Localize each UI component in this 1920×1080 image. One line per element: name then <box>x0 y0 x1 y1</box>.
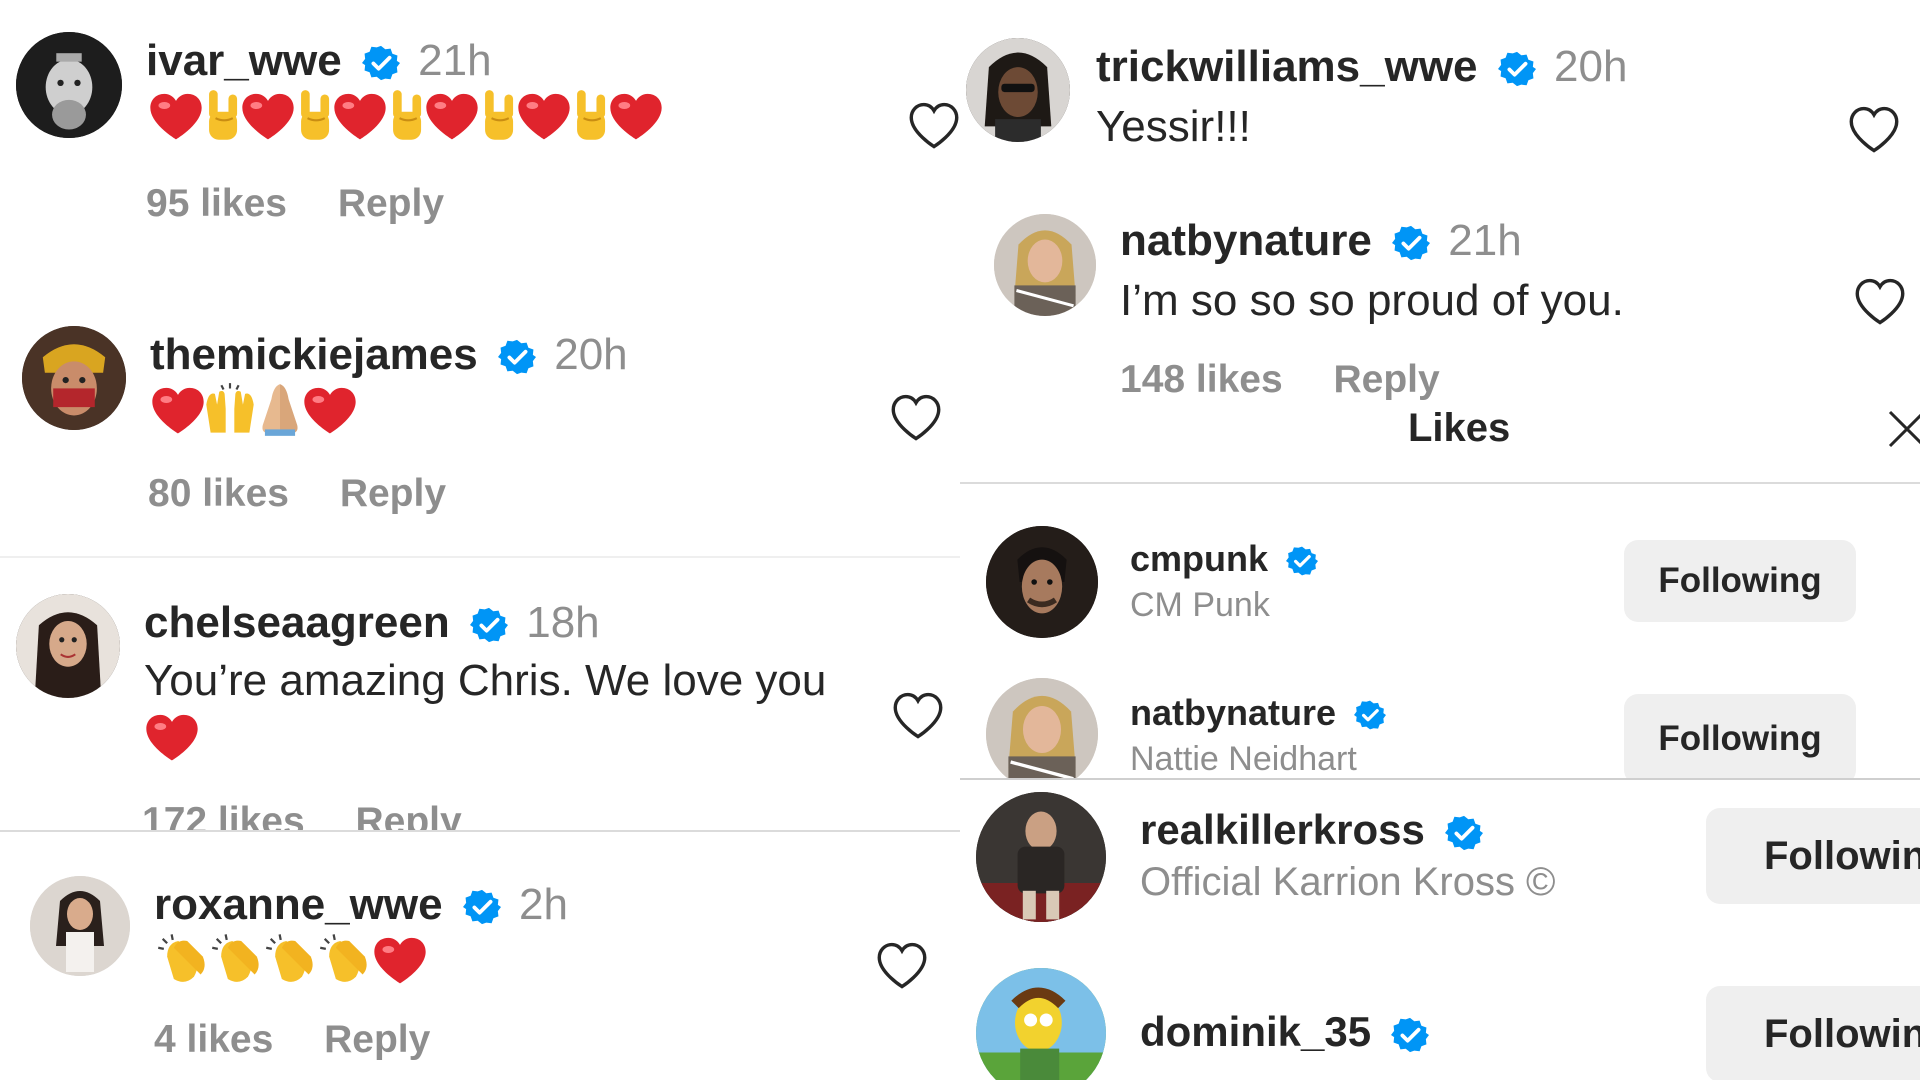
likes-count[interactable]: 4 likes <box>154 1018 273 1062</box>
heart-emoji-icon <box>150 383 206 442</box>
likes-count[interactable]: 148 likes <box>1120 358 1283 402</box>
section-divider <box>0 556 960 558</box>
avatar[interactable] <box>976 792 1106 922</box>
likes-panel-title: Likes <box>1408 406 1511 450</box>
comment-text: You’re amazing Chris. We love you <box>144 656 827 705</box>
close-icon[interactable] <box>1888 408 1920 448</box>
liker-full-name: Official Karrion Kross © <box>1140 860 1556 904</box>
avatar[interactable] <box>986 526 1098 638</box>
verified-badge-icon <box>361 44 400 82</box>
following-button[interactable]: Followin <box>1706 808 1920 904</box>
verified-badge-icon <box>1497 50 1536 88</box>
comment-text: Yessir!!! <box>1096 102 1251 151</box>
like-heart-icon[interactable] <box>888 392 944 442</box>
comment-username[interactable]: roxanne_wwe <box>154 880 443 929</box>
rock-emoji-icon <box>568 88 612 149</box>
likes-count[interactable]: 172 likes <box>142 800 305 832</box>
comment-timestamp: 20h <box>554 330 628 379</box>
section-divider <box>960 778 1920 780</box>
comment-username[interactable]: chelseaagreen <box>144 598 450 647</box>
rock-emoji-icon <box>384 88 428 149</box>
rock-emoji-icon <box>292 88 336 149</box>
comment-username[interactable]: themickiejames <box>150 330 478 379</box>
like-heart-icon[interactable] <box>906 100 962 150</box>
like-heart-icon[interactable] <box>890 690 946 740</box>
verified-badge-icon <box>469 606 508 644</box>
avatar[interactable] <box>30 876 130 976</box>
following-button[interactable]: Following <box>1624 540 1856 622</box>
like-heart-icon[interactable] <box>874 940 930 990</box>
comment-username[interactable]: natbynature <box>1120 216 1372 265</box>
like-heart-icon[interactable] <box>1852 276 1908 326</box>
section-divider <box>0 830 960 832</box>
comment-username[interactable]: trickwilliams_wwe <box>1096 42 1478 91</box>
comment-emoji-row <box>144 710 198 770</box>
reply-button[interactable]: Reply <box>338 182 444 226</box>
clap-emoji-icon <box>318 932 376 993</box>
verified-badge-icon <box>1444 814 1483 852</box>
comment-timestamp: 21h <box>1448 216 1522 265</box>
avatar[interactable] <box>994 214 1096 316</box>
heart-emoji-icon <box>424 89 480 148</box>
following-button[interactable]: Followin <box>1706 986 1920 1080</box>
following-button[interactable]: Following <box>1624 694 1856 778</box>
heart-emoji-icon <box>302 383 358 442</box>
reply-button[interactable]: Reply <box>1334 358 1440 402</box>
heart-emoji-icon <box>516 89 572 148</box>
verified-badge-icon <box>1286 545 1319 577</box>
like-heart-icon[interactable] <box>1846 104 1902 154</box>
liker-username[interactable]: realkillerkross <box>1140 806 1425 853</box>
comment-text: I’m so so so proud of you. <box>1120 276 1624 325</box>
clap-emoji-icon <box>264 932 322 993</box>
avatar[interactable] <box>16 32 122 138</box>
avatar[interactable] <box>22 326 126 430</box>
verified-badge-icon <box>1390 1016 1429 1054</box>
screenshot-collage: ivar_wwe 21h 95 likes Reply themickiejam… <box>0 0 1920 1080</box>
rock-emoji-icon <box>476 88 520 149</box>
heart-emoji-icon <box>144 710 200 769</box>
clap-emoji-icon <box>156 932 214 993</box>
likes-count[interactable]: 95 likes <box>146 182 287 226</box>
verified-badge-icon <box>1354 699 1387 731</box>
heart-emoji-icon <box>608 89 664 148</box>
reply-button[interactable]: Reply <box>340 472 446 516</box>
verified-badge-icon <box>1392 224 1431 262</box>
heart-emoji-icon <box>332 89 388 148</box>
avatar[interactable] <box>16 594 120 698</box>
reply-button[interactable]: Reply <box>324 1018 430 1062</box>
avatar[interactable] <box>986 678 1098 780</box>
verified-badge-icon <box>462 888 501 926</box>
avatar[interactable] <box>966 38 1070 142</box>
likes-count[interactable]: 80 likes <box>148 472 289 516</box>
comment-emoji-row <box>156 932 426 993</box>
liker-full-name: Nattie Neidhart <box>1130 740 1357 778</box>
comment-emoji-row <box>150 382 356 443</box>
avatar[interactable] <box>976 968 1106 1080</box>
liker-full-name: CM Punk <box>1130 586 1270 624</box>
liker-username[interactable]: natbynature <box>1130 692 1336 733</box>
likes-panel-divider <box>960 482 1920 484</box>
heart-emoji-icon <box>240 89 296 148</box>
liker-username[interactable]: cmpunk <box>1130 538 1268 579</box>
rock-emoji-icon <box>200 88 244 149</box>
comment-username[interactable]: ivar_wwe <box>146 36 342 85</box>
comment-timestamp: 21h <box>418 36 492 85</box>
comment-timestamp: 2h <box>519 880 568 929</box>
heart-emoji-icon <box>372 933 428 992</box>
comment-emoji-row <box>148 88 662 149</box>
clap-emoji-icon <box>210 932 268 993</box>
comment-timestamp: 18h <box>526 598 600 647</box>
comment-timestamp: 20h <box>1554 42 1628 91</box>
verified-badge-icon <box>497 338 536 376</box>
heart-emoji-icon <box>148 89 204 148</box>
folded-hands-emoji-icon <box>254 382 306 443</box>
raised-hands-emoji-icon <box>202 383 258 442</box>
liker-username[interactable]: dominik_35 <box>1140 1008 1371 1055</box>
reply-button[interactable]: Reply <box>356 800 462 832</box>
